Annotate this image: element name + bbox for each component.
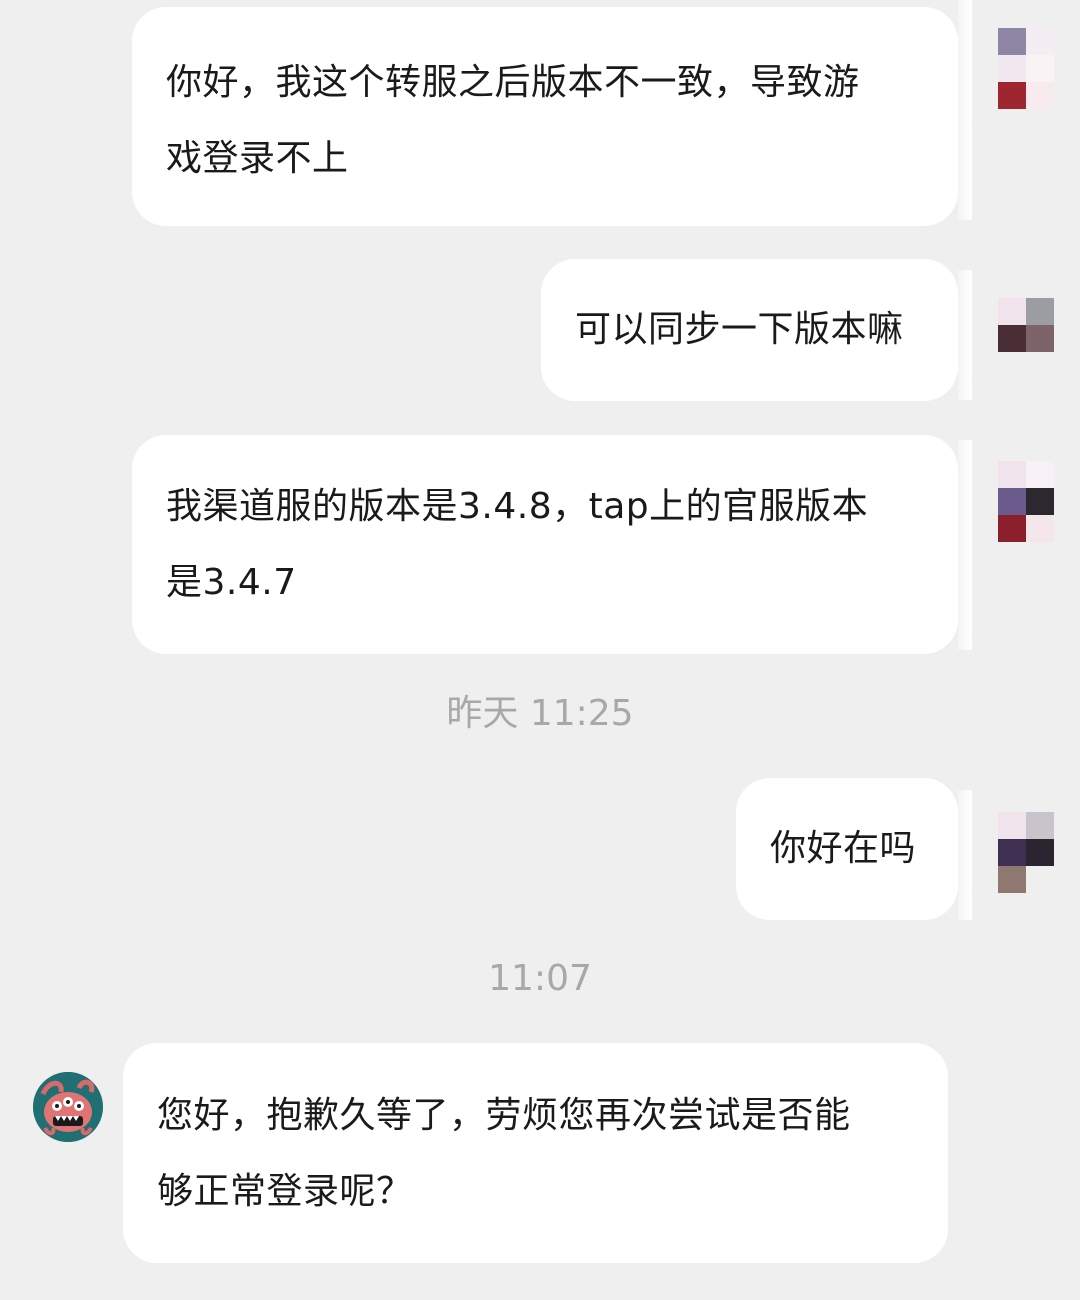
user-avatar[interactable] [998,461,1054,543]
message-bubble-2[interactable]: 可以同步一下版本嘛 [541,259,958,401]
message-bubble-4[interactable]: 你好在吗 [736,778,958,920]
message-bubble-1[interactable]: 你好，我这个转服之后版本不一致，导致游 戏登录不上 [132,7,958,226]
message-text-3: 我渠道服的版本是3.4.8，tap上的官服版本 是3.4.7 [166,486,869,603]
user-avatar[interactable] [998,28,1054,110]
avatar-edge [958,270,972,400]
octopus-icon [33,1072,103,1142]
timestamp: 昨天 11:25 [446,693,634,734]
timestamp: 11:07 [488,958,592,999]
user-avatar[interactable] [998,812,1054,894]
user-avatar[interactable] [998,298,1054,380]
avatar-edge [958,0,972,220]
message-bubble-3[interactable]: 我渠道服的版本是3.4.8，tap上的官服版本 是3.4.7 [132,435,958,654]
message-bubble-5[interactable]: 您好，抱歉久等了，劳烦您再次尝试是否能 够正常登录呢？ [123,1043,948,1263]
message-text-4: 你好在吗 [770,828,917,869]
agent-avatar[interactable] [33,1072,103,1142]
message-text-1: 你好，我这个转服之后版本不一致，导致游 戏登录不上 [166,62,860,179]
avatar-edge [958,440,972,650]
message-text-2: 可以同步一下版本嘛 [575,309,904,350]
avatar-edge [958,790,972,920]
message-text-5: 您好，抱歉久等了，劳烦您再次尝试是否能 够正常登录呢？ [157,1095,851,1212]
